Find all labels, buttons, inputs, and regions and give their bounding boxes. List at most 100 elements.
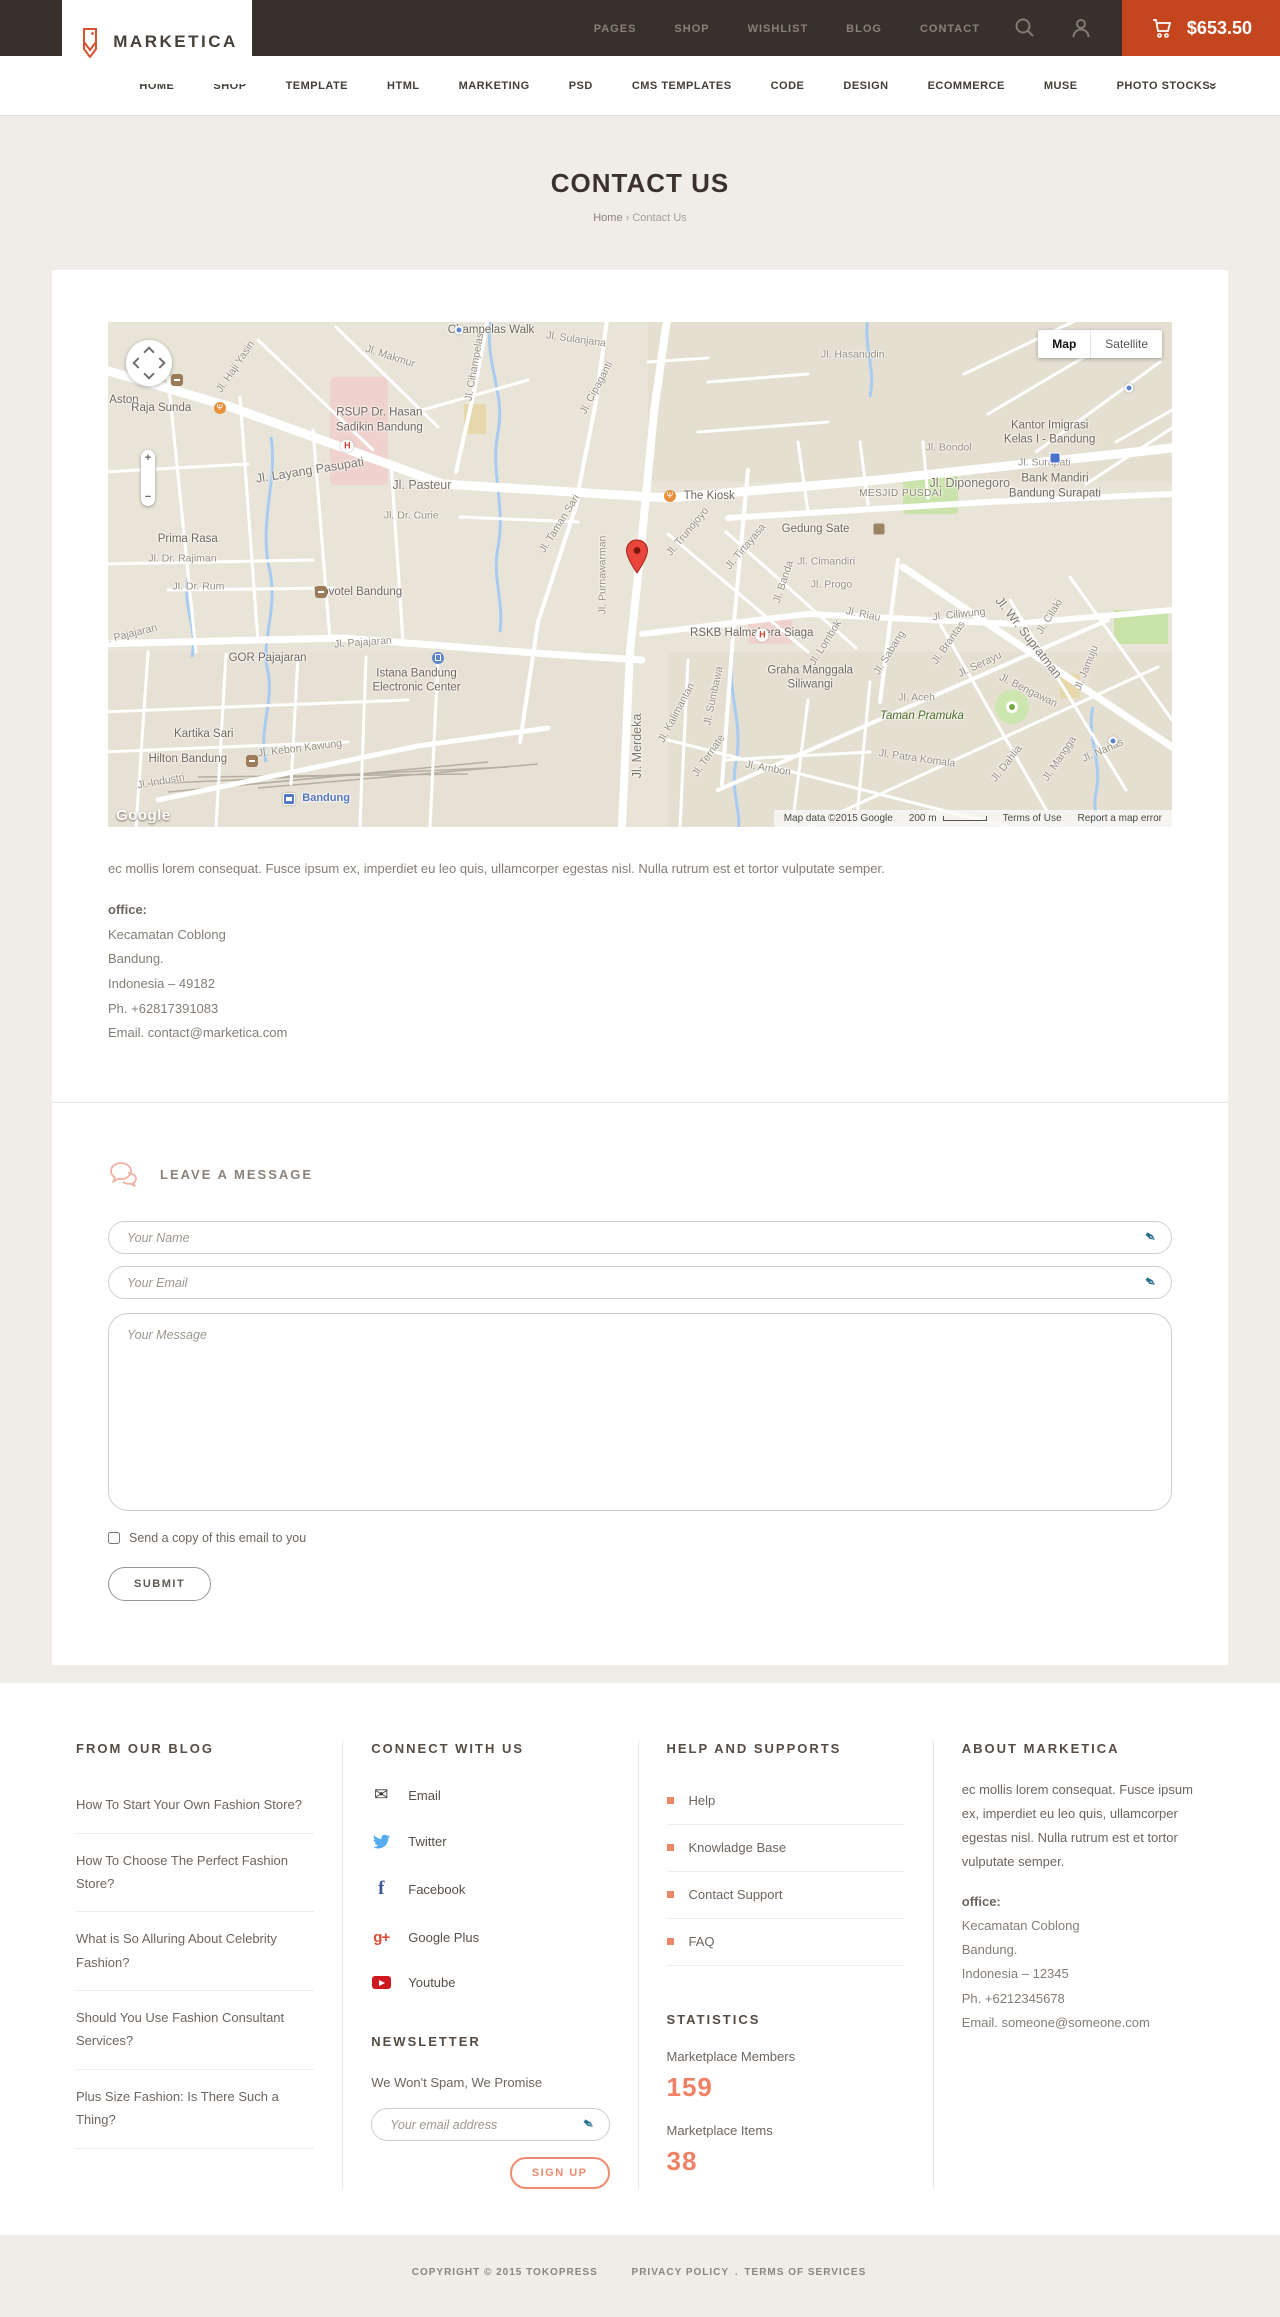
send-copy-label: Send a copy of this email to you [129,1531,307,1546]
help-link[interactable]: FAQ [666,1919,905,1967]
message-textarea[interactable] [108,1313,1172,1512]
pan-up-icon[interactable] [143,346,155,358]
category-nav-item[interactable]: ECOMMERCE [928,80,1005,92]
about-text: ec mollis lorem consequat. Fusce ipsum e… [961,1782,1193,1870]
sign-up-button[interactable]: SIGN UP [509,2157,610,2190]
blog-post-link[interactable]: Should You Use Fashion Consultant Servic… [76,1991,315,2070]
category-nav-item[interactable]: HTML [387,80,420,92]
google-logo[interactable]: Google [116,807,171,824]
map-data-credit: Map data ©2015 Google [783,813,893,824]
email-input[interactable] [108,1266,1172,1300]
category-nav-item[interactable]: DESIGN [843,80,888,92]
logo[interactable]: MARKETICA [62,0,252,84]
contact-intro-text: ec mollis lorem consequat. Fusce ipsum e… [108,861,885,876]
pan-left-icon[interactable] [132,357,144,369]
blog-post-link[interactable]: How To Choose The Perfect Fashion Store? [76,1834,315,1913]
terms-of-use-link[interactable]: Terms of Use [1003,813,1062,824]
header-nav-item[interactable]: BLOG [846,23,882,35]
office-line: Bandung. [108,951,164,967]
account-icon[interactable] [1070,17,1092,39]
map-poi-icon [873,523,885,535]
header-nav-item[interactable]: WISHLIST [748,23,809,35]
square-bullet-icon [666,1938,674,1946]
pan-right-icon[interactable] [154,357,166,369]
footer-about-column: ABOUT MARKETICA ec mollis lorem consequa… [932,1741,1228,2190]
social-link-twitter[interactable]: Twitter [371,1834,609,1849]
cart-button[interactable]: $653.50 [1121,0,1280,56]
map-poi-icon [314,586,327,599]
about-heading: ABOUT MARKETICA [961,1741,1120,1757]
office-address-block: office: Kecamatan Coblong Bandung. Indon… [108,898,1172,1046]
send-copy-checkbox[interactable] [108,1532,120,1545]
help-link[interactable]: Knowladge Base [666,1825,905,1873]
page-title: CONTACT US [550,168,730,198]
name-input[interactable] [108,1221,1172,1255]
map-poi-icon [213,401,226,414]
header-nav: PAGES SHOP WISHLIST BLOG CONTACT [594,19,980,37]
newsletter-email-input[interactable] [371,2108,610,2142]
header-nav-item[interactable]: CONTACT [920,23,980,35]
stat-label: Marketplace Members [666,2049,796,2065]
chat-bubbles-icon [110,1162,137,1188]
breadcrumb-home-link[interactable]: Home [593,212,622,224]
newsletter-heading: NEWSLETTER [371,2034,481,2050]
category-nav-item[interactable]: CMS TEMPLATES [632,80,732,92]
header-nav-item[interactable]: SHOP [674,23,709,35]
google-map[interactable]: Champelas Walk Jl. Sulanjana Jl. Hasanudin… [108,322,1172,827]
social-link-google-plus[interactable]: g+ Google Plus [371,1929,609,1946]
category-nav-item[interactable]: TEMPLATE [286,80,348,92]
map-button[interactable]: Map [1038,330,1091,358]
category-nav-item[interactable]: PHOTO STOCKS [1117,80,1211,92]
category-nav-item[interactable]: MUSE [1044,80,1078,92]
map-zoom-control[interactable]: + − [141,450,155,506]
search-icon[interactable] [1014,17,1036,39]
statistics-block: STATISTICS Marketplace Members 159 Marke… [667,2012,905,2177]
terms-of-services-link[interactable]: TERMS OF SERVICES [744,2267,866,2278]
scale-bar [942,816,987,821]
map-poi-icon [245,755,258,768]
footer: FROM OUR BLOG How To Start Your Own Fash… [0,1683,1280,2236]
privacy-policy-link[interactable]: PRIVACY POLICY [632,2267,730,2278]
blog-post-link[interactable]: Plus Size Fashion: Is There Such a Thing… [76,2070,315,2149]
cart-total: $653.50 [1186,17,1252,38]
social-links: ✉ Email Twitter f Facebook g+ Google Plu… [371,1785,609,1990]
send-copy-row: Send a copy of this email to you [108,1531,1172,1545]
connect-heading: CONNECT WITH US [371,1741,525,1757]
zoom-out-button[interactable]: − [145,492,151,503]
stat-value: 38 [666,2146,698,2177]
copyright-text: COPYRIGHT © 2015 TOKOPRESS [411,2267,598,2279]
header-nav-item[interactable]: PAGES [594,23,637,35]
report-map-error-link[interactable]: Report a map error [1078,813,1162,824]
leave-message-heading-row: LEAVE A MESSAGE [108,1161,1172,1188]
social-link-email[interactable]: ✉ Email [371,1785,609,1805]
map-pan-control[interactable] [126,340,172,386]
help-heading: HELP AND SUPPORTS [666,1741,842,1757]
square-bullet-icon [666,1891,674,1899]
category-nav-item[interactable]: PSD [569,80,593,92]
map-poi-icon [755,628,769,642]
newsletter-field-wrap: ✒ [371,2108,610,2142]
youtube-icon [371,1976,391,1990]
satellite-button[interactable]: Satellite [1090,330,1162,358]
social-link-facebook[interactable]: f Facebook [371,1878,609,1900]
contact-info-card: Champelas Walk Jl. Sulanjana Jl. Hasanudin… [52,270,1228,1103]
blog-post-link[interactable]: How To Start Your Own Fashion Store? [76,1778,315,1834]
facebook-icon: f [378,1878,385,1900]
zoom-in-button[interactable]: + [145,453,151,464]
leave-message-heading: LEAVE A MESSAGE [160,1166,314,1182]
square-bullet-icon [666,1797,674,1805]
leave-message-card: LEAVE A MESSAGE ✒ ✒ Send a copy of this … [52,1102,1228,1666]
stat-value: 159 [666,2072,713,2103]
submit-button[interactable]: SUBMIT [108,1567,212,1602]
chevron-down-icon[interactable]: » [1206,82,1222,90]
social-link-youtube[interactable]: Youtube [371,1975,609,1990]
category-nav-item[interactable]: MARKETING [459,80,530,92]
pan-down-icon[interactable] [143,368,155,380]
help-link[interactable]: Contact Support [666,1872,905,1920]
copyright-bar: COPYRIGHT © 2015 TOKOPRESS PRIVACY POLIC… [0,2235,1280,2316]
map-marker-pin[interactable] [625,539,649,580]
blog-post-link[interactable]: What is So Alluring About Celebrity Fash… [76,1912,315,1992]
name-field-wrap: ✒ [108,1221,1172,1255]
category-nav-item[interactable]: CODE [771,80,805,92]
help-link[interactable]: Help [666,1778,905,1826]
